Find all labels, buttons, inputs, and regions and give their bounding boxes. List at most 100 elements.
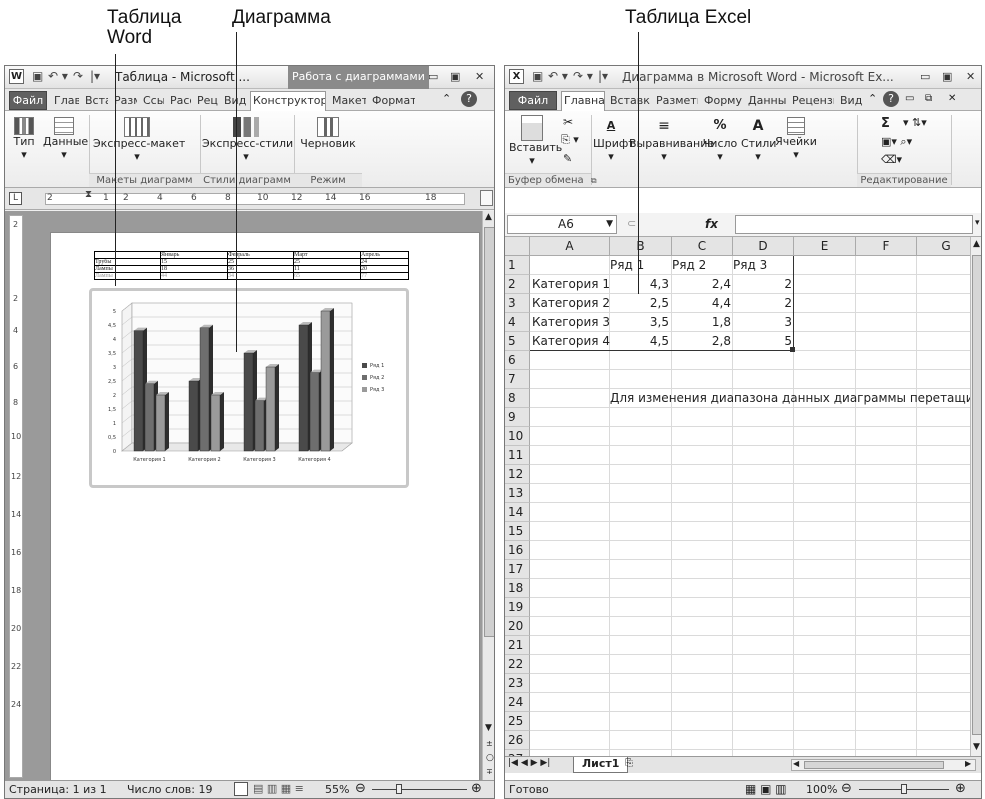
row-header-7[interactable]: 7 <box>505 370 530 389</box>
insert-function-icon[interactable]: fx <box>705 217 718 231</box>
zoom-out-icon[interactable]: ⊖ <box>841 781 852 796</box>
minimize-icon[interactable]: ▭ <box>428 70 438 83</box>
row-header-21[interactable]: 21 <box>505 636 530 655</box>
word-count[interactable]: Число слов: 19 <box>127 783 213 796</box>
hscroll-thumb[interactable] <box>804 761 944 769</box>
font-button[interactable]: A Шрифт ▾ <box>593 117 635 163</box>
column-header-b[interactable]: B <box>610 237 672 256</box>
scroll-thumb[interactable] <box>484 227 494 637</box>
zoom-out-icon[interactable]: ⊖ <box>355 781 366 796</box>
cell-a5[interactable]: Категория 4 <box>532 332 610 351</box>
tab-view[interactable]: Вид <box>221 91 248 110</box>
scroll-thumb[interactable] <box>972 255 981 735</box>
zoom-slider[interactable] <box>372 784 467 794</box>
view-icons[interactable]: ▤ ▥ ▦ ≡ <box>253 782 304 795</box>
insert-sheet-icon[interactable]: ⎘ <box>625 758 633 769</box>
name-box[interactable]: A6 ▼ <box>507 215 617 234</box>
redo-icon[interactable]: ↷ <box>73 69 83 83</box>
row-header-12[interactable]: 12 <box>505 465 530 484</box>
word-vertical-scrollbar[interactable]: ▲ ▼ ± ○ ∓ <box>482 211 494 782</box>
column-header-a[interactable]: A <box>530 237 610 256</box>
row-header-2[interactable]: 2 <box>505 275 530 294</box>
workbook-minimize-icon[interactable]: ▭ <box>905 93 914 104</box>
view-ruler-icon[interactable] <box>480 190 493 206</box>
cell-b1[interactable]: Ряд 1 <box>610 256 644 275</box>
row-header-11[interactable]: 11 <box>505 446 530 465</box>
row-header-18[interactable]: 18 <box>505 579 530 598</box>
tab-view[interactable]: Вид <box>837 91 863 110</box>
row-header-3[interactable]: 3 <box>505 294 530 313</box>
draft-mode-button[interactable]: Черновик <box>296 117 360 150</box>
zoom-in-icon[interactable]: ⊕ <box>471 781 482 796</box>
cell-d2[interactable]: 2 <box>732 275 792 294</box>
row-header-25[interactable]: 25 <box>505 712 530 731</box>
browse-object-icon[interactable]: ○ <box>486 753 494 763</box>
cell-c3[interactable]: 4,4 <box>671 294 731 313</box>
minimize-ribbon-icon[interactable]: ⌃ <box>442 92 451 105</box>
cell-b5[interactable]: 4,5 <box>609 332 669 351</box>
scroll-down-icon[interactable]: ▼ <box>973 742 980 752</box>
tab-file[interactable]: Файл <box>509 91 557 110</box>
paste-button[interactable]: Вставить ▾ <box>509 115 562 167</box>
row-header-1[interactable]: 1 <box>505 256 530 275</box>
tab-insert[interactable]: Вста <box>82 91 109 110</box>
minimize-icon[interactable]: ▭ <box>920 70 930 83</box>
express-layout-button[interactable]: Экспресс-макет ▾ <box>93 117 185 163</box>
tab-layout[interactable]: Макет <box>329 91 367 110</box>
tab-selector[interactable]: L <box>9 192 22 205</box>
tab-insert[interactable]: Вставка <box>607 91 651 110</box>
tab-review[interactable]: Рец <box>194 91 219 110</box>
cells-button[interactable]: Ячейки ▾ <box>775 117 817 161</box>
cell-c2[interactable]: 2,4 <box>671 275 731 294</box>
indent-marker[interactable]: ⧗ <box>85 189 92 200</box>
save-icon[interactable]: ▣ <box>532 69 543 83</box>
cell-a2[interactable]: Категория 1 <box>532 275 610 294</box>
save-icon[interactable]: ▣ <box>32 69 43 83</box>
row-header-22[interactable]: 22 <box>505 655 530 674</box>
row-header-20[interactable]: 20 <box>505 617 530 636</box>
clear-icon[interactable]: ⌫▾ <box>881 153 902 166</box>
chart-object[interactable]: 0 0,5 1 1,5 2 2,5 3 3,5 4 4,5 5 Категория 1 Категори… <box>89 288 409 488</box>
close-icon[interactable]: ✕ <box>475 70 484 83</box>
number-format-button[interactable]: % Число ▾ <box>701 117 739 163</box>
redo-icon[interactable]: ↷ ▾ <box>573 69 593 83</box>
cell-c4[interactable]: 1,8 <box>671 313 731 332</box>
autosum-icon[interactable]: Σ <box>881 116 890 131</box>
row-header-24[interactable]: 24 <box>505 693 530 712</box>
chart-data-button[interactable]: Данные ▾ <box>43 117 88 161</box>
row-header-26[interactable]: 26 <box>505 731 530 750</box>
scroll-up-icon[interactable]: ▲ <box>485 212 492 222</box>
cell-d3[interactable]: 2 <box>732 294 792 313</box>
prev-page-icon[interactable]: ± <box>486 739 493 748</box>
expand-formula-icon[interactable]: ▾ <box>975 218 980 228</box>
zoom-in-icon[interactable]: ⊕ <box>955 781 966 796</box>
tab-data[interactable]: Данные <box>745 91 787 110</box>
tab-formulas[interactable]: Формул <box>701 91 743 110</box>
sort-filter-icon[interactable]: ▾ ⇅▾ <box>903 116 927 129</box>
column-header-c[interactable]: C <box>672 237 733 256</box>
zoom-thumb[interactable] <box>901 784 907 794</box>
workbook-close-icon[interactable]: ✕ <box>948 93 956 104</box>
row-header-15[interactable]: 15 <box>505 522 530 541</box>
change-chart-type-button[interactable]: Тип ▾ <box>9 117 39 161</box>
alignment-button[interactable]: ≡ Выравнивание ▾ <box>629 117 714 163</box>
cell-b3[interactable]: 2,5 <box>609 294 669 313</box>
horizontal-scrollbar[interactable]: ◀ ▶ <box>791 759 976 771</box>
cell-d1[interactable]: Ряд 3 <box>733 256 767 275</box>
customize-toolbar-icon[interactable]: |▾ <box>598 69 608 83</box>
row-header-14[interactable]: 14 <box>505 503 530 522</box>
cell-c5[interactable]: 2,8 <box>671 332 731 351</box>
scroll-left-icon[interactable]: ◀ <box>793 759 799 768</box>
sheet-nav-icons[interactable]: |◀ ◀ ▶ ▶| <box>508 758 550 768</box>
tab-page-layout[interactable]: Разметк <box>653 91 699 110</box>
close-icon[interactable]: ✕ <box>966 70 975 83</box>
scroll-up-icon[interactable]: ▲ <box>973 239 980 249</box>
cell-b8[interactable]: Для изменения диапазона данных диаграммы… <box>610 389 970 408</box>
tab-design[interactable]: Конструктор <box>250 91 326 111</box>
row-header-23[interactable]: 23 <box>505 674 530 693</box>
print-layout-icon[interactable] <box>234 782 248 796</box>
tab-mailings[interactable]: Расс <box>167 91 192 110</box>
tab-format[interactable]: Формат <box>369 91 416 110</box>
zoom-thumb[interactable] <box>396 784 402 794</box>
excel-vertical-scrollbar[interactable]: ▲ ▼ <box>970 237 981 756</box>
